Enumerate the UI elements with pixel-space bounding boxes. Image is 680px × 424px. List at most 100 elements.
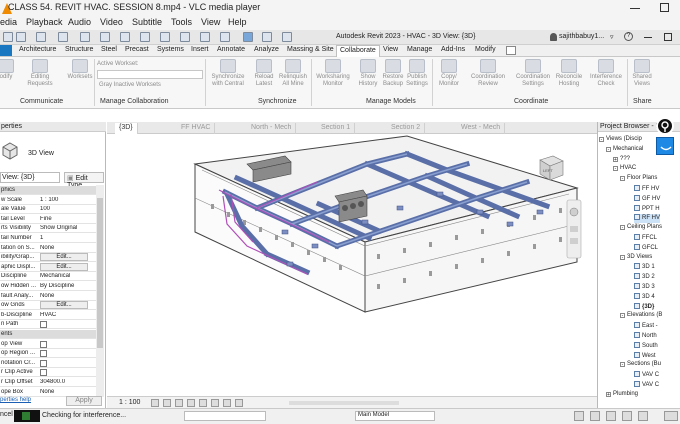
active-workset-combo[interactable] (97, 70, 203, 79)
collapse-icon[interactable]: - (599, 137, 604, 143)
view-scale[interactable]: 1 : 100 (119, 399, 140, 406)
design-option-combo[interactable]: Main Model (355, 411, 435, 421)
text-icon[interactable] (160, 32, 170, 42)
browser-group-item[interactable]: + Plumbing (606, 391, 638, 400)
temporary-hide-icon[interactable] (223, 399, 231, 407)
dimension-icon[interactable] (120, 32, 130, 42)
measure-icon[interactable] (100, 32, 110, 42)
select-by-face-icon[interactable] (622, 411, 632, 421)
property-value[interactable]: 1 : 100 (40, 197, 95, 203)
duct-tool-icon[interactable] (656, 137, 674, 155)
tab-modify[interactable]: Modify (474, 46, 497, 53)
save-icon[interactable] (16, 32, 26, 42)
property-value[interactable]: None (40, 245, 95, 251)
user-name[interactable]: sajithbabuy1... (559, 33, 604, 40)
browser-view-item[interactable]: 3D 4 (634, 292, 655, 302)
relinquish-button[interactable]: Relinquish All Mine (278, 59, 308, 88)
browser-view-item[interactable]: {3D} (634, 302, 654, 312)
tab-3d-view[interactable]: {3D} (115, 123, 138, 134)
tab-precast[interactable]: Precast (124, 46, 150, 53)
worksets-button[interactable]: Worksets (66, 59, 94, 81)
coordination-review-button[interactable]: Coordination Review (466, 59, 510, 88)
browser-group-item[interactable]: - Floor Plans (620, 175, 657, 184)
property-checkbox[interactable] (40, 340, 47, 348)
browser-view-item[interactable]: GFCL (634, 243, 658, 253)
3d-viewport[interactable]: LEFT (107, 134, 597, 396)
property-value[interactable]: None (40, 293, 95, 299)
crop-view-icon[interactable] (199, 399, 207, 407)
menu-playback[interactable]: Playback (26, 17, 63, 27)
property-row[interactable]: op View (0, 340, 96, 349)
browser-view-item[interactable]: FFCL (634, 234, 657, 243)
property-row[interactable]: aphic Displ... Edit... (0, 262, 96, 272)
collapse-icon[interactable]: - (620, 254, 625, 260)
open-icon[interactable] (3, 32, 13, 42)
menu-tools[interactable]: Tools (171, 17, 192, 27)
tab-view[interactable]: View (382, 46, 399, 53)
property-row[interactable]: Discipline Mechanical (0, 272, 96, 282)
expand-icon[interactable]: + (606, 391, 611, 397)
properties-section-header[interactable]: ents (0, 330, 96, 339)
collapse-icon[interactable]: - (620, 362, 625, 368)
workset-combo[interactable] (184, 411, 266, 421)
property-row[interactable]: tation on S... None (0, 244, 96, 253)
edit-button[interactable]: Edit... (40, 253, 88, 262)
browser-view-item[interactable]: GF HV (634, 194, 660, 204)
edit-type-button[interactable]: ▣ Edit Type (64, 172, 104, 189)
browser-group-item[interactable]: - Views (Discip (599, 136, 642, 145)
edit-button[interactable]: Edit... (40, 301, 88, 310)
browser-group-item[interactable]: -3D Views (620, 254, 652, 263)
cancel-button[interactable]: ncel (0, 411, 13, 418)
ribbon-options-icon[interactable] (506, 46, 516, 55)
shadows-icon[interactable] (187, 399, 195, 407)
tab-analyze[interactable]: Analyze (253, 46, 280, 53)
properties-scroll-thumb[interactable] (97, 198, 103, 348)
tab-architecture[interactable]: Architecture (18, 46, 57, 53)
reveal-hidden-icon[interactable] (235, 399, 243, 407)
minimize-button[interactable] (630, 8, 640, 9)
edit-button[interactable]: Edit... (40, 262, 88, 271)
selection-links-icon[interactable] (574, 411, 584, 421)
restore-backup-button[interactable]: Restore Backup (380, 59, 406, 88)
menu-subtitle[interactable]: Subtitle (132, 17, 162, 27)
property-checkbox[interactable] (40, 359, 47, 367)
viewcube[interactable]: LEFT (539, 155, 564, 181)
tab-systems[interactable]: Systems (156, 46, 185, 53)
browser-group-item[interactable]: - HVAC (613, 165, 636, 174)
tab-west-mech[interactable]: West - Mech (457, 123, 506, 134)
property-row[interactable]: tail Number 1 (0, 234, 96, 243)
property-row[interactable]: notation Cr... (0, 359, 96, 368)
property-value[interactable]: Fine (40, 216, 95, 222)
thin-lines-icon[interactable] (220, 32, 230, 42)
synchronize-button[interactable]: Synchronize with Central (208, 59, 248, 88)
menu-media[interactable]: edia (0, 17, 17, 27)
property-checkbox[interactable] (40, 369, 47, 377)
customize-icon[interactable] (282, 32, 292, 42)
browser-view-item[interactable]: FF HV (634, 185, 659, 194)
browser-group-item[interactable]: +??? (613, 156, 630, 165)
shared-views-button[interactable]: Shared Views (628, 59, 656, 88)
browser-group-item[interactable]: - Elevations (B (620, 312, 662, 321)
browser-view-item[interactable]: RF HV (634, 214, 660, 224)
tab-section-1[interactable]: Section 1 (317, 123, 356, 134)
property-row[interactable]: ibility/Grap... Edit... (0, 253, 96, 263)
collapse-icon[interactable]: - (620, 313, 625, 319)
redo-icon[interactable] (58, 32, 68, 42)
select-pinned-icon[interactable] (606, 411, 616, 421)
tab-structure[interactable]: Structure (64, 46, 94, 53)
interference-check-button[interactable]: Interference Check (586, 59, 626, 88)
coordination-settings-button[interactable]: Coordination Settings (512, 59, 554, 88)
tab-section-2[interactable]: Section 2 (387, 123, 426, 134)
filter-icon[interactable] (664, 411, 678, 421)
browser-group-item[interactable]: - Ceiling Plans (620, 224, 662, 233)
tab-insert[interactable]: Insert (190, 46, 210, 53)
maximize-button[interactable] (660, 3, 669, 12)
publish-settings-button[interactable]: Publish Settings (404, 59, 430, 88)
revit-restore-button[interactable] (664, 33, 672, 41)
close-hidden-icon[interactable] (243, 32, 253, 42)
browser-view-item[interactable]: 3D 2 (634, 273, 655, 282)
lock-view-icon[interactable] (211, 399, 219, 407)
browser-view-item[interactable]: 3D 3 (634, 283, 655, 292)
editing-requests-button[interactable]: Editing Requests (26, 59, 54, 88)
tab-collaborate[interactable]: Collaborate (336, 45, 380, 57)
